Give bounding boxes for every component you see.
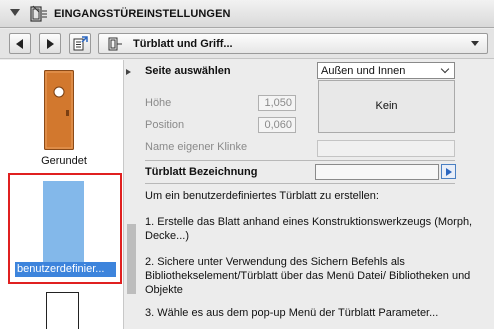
section-divider [145,183,455,184]
section-divider [145,160,455,161]
side-label: Seite auswählen [145,65,231,77]
door-settings-icon [30,5,47,22]
side-select[interactable]: Außen und Innen [317,62,455,79]
toolbar: Türblatt und Griff... [0,29,494,59]
handle-name-label: Name eigener Klinke [145,141,248,153]
panel-header[interactable]: EINGANGSTÜREINSTELLUNGEN [0,0,494,28]
gallery-item-label: Gerundet [41,155,87,167]
instructions-step-3: 3. Wähle es aus dem pop-up Menü der Türb… [145,307,439,319]
height-label: Höhe [145,97,172,109]
gallery-item-gerundet[interactable]: Gerundet [8,64,120,172]
page-list-button[interactable] [69,33,91,54]
door-leaf-gallery[interactable]: Gerundet benutzerdefinier... [0,60,124,329]
instructions-intro: Um ein benutzerdefiniertes Türblatt zu e… [145,190,379,202]
position-label: Position [145,119,185,131]
door-panel-icon [108,37,122,51]
side-select-value: Außen und Innen [321,65,406,77]
page-selector-label: Türblatt und Griff... [133,38,233,50]
collapse-triangle-icon[interactable] [10,9,20,16]
gallery-item-label: benutzerdefinier... [15,262,116,277]
instructions-step-2: 2. Sichere unter Verwendung des Sichern … [145,256,471,296]
custom-leaf-thumbnail [43,181,84,262]
play-arrow-icon [446,168,452,176]
page-selector-dropdown[interactable]: Türblatt und Griff... [98,33,488,54]
position-field[interactable]: 0,060 [258,117,296,133]
chevron-down-icon [471,41,479,46]
arrow-left-icon [16,39,23,49]
arrow-right-icon [47,39,54,49]
rounded-door-thumbnail [44,70,74,150]
instructions-step-1: 1. Erstelle das Blatt anhand eines Konst… [145,216,473,242]
expand-caret-icon[interactable] [126,69,131,75]
next-button[interactable] [39,33,61,54]
list-page-icon [73,36,88,51]
handle-name-field [317,140,455,157]
leaf-name-label: Türblatt Bezeichnung [145,166,258,178]
leaf-name-field[interactable] [315,164,439,180]
gallery-item-blank-thumbnail[interactable] [46,292,79,329]
chevron-down-icon [440,64,450,74]
leaf-name-browse-button[interactable] [441,164,456,179]
gallery-item-custom-selected[interactable]: benutzerdefinier... [8,173,122,284]
panel-title: EINGANGSTÜREINSTELLUNGEN [54,8,231,20]
handle-preview-button[interactable]: Kein [318,80,455,133]
height-field[interactable]: 1,050 [258,95,296,111]
scrollbar-thumb[interactable] [127,224,136,294]
previous-button[interactable] [9,33,31,54]
